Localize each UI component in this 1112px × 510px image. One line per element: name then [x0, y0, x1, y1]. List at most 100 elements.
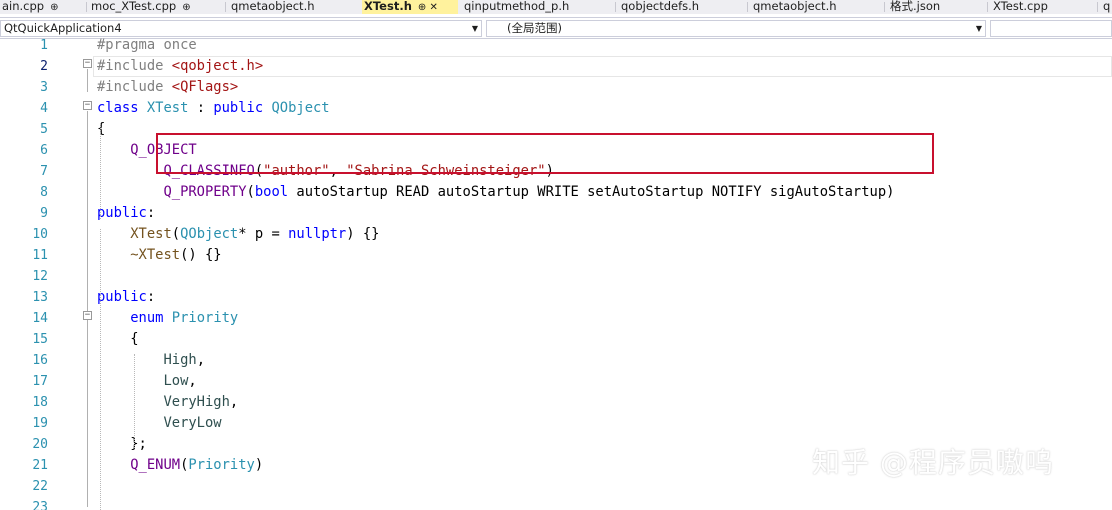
project-dropdown-value: QtQuickApplication4: [4, 21, 122, 35]
code-token: public: [97, 289, 147, 305]
code-token: :: [146, 289, 156, 305]
code-line[interactable]: {: [97, 329, 139, 350]
code-token: ,: [188, 373, 197, 389]
line-number: 19: [32, 416, 48, 431]
tab-separator: [884, 2, 885, 12]
tab-xtest-cpp[interactable]: XTest.cpp: [991, 0, 1091, 14]
line-number: 5: [40, 122, 48, 137]
tab-format-json[interactable]: 格式.json: [888, 0, 983, 14]
collapse-icon[interactable]: −: [83, 101, 92, 110]
tab-label: q: [1103, 0, 1111, 13]
code-line[interactable]: #include <qobject.h>: [97, 56, 263, 77]
code-token: {: [97, 331, 139, 347]
code-token: (: [246, 184, 255, 200]
code-token: ,: [229, 394, 239, 410]
code-token: bool: [254, 184, 289, 200]
code-token: enum: [130, 310, 172, 326]
tab-main-cpp[interactable]: ain.cpp ⊕: [0, 0, 66, 14]
code-line[interactable]: ~XTest() {}: [97, 245, 221, 266]
code-token: autoStartup READ autoStartup WRITE setAu…: [288, 184, 895, 200]
line-number: 17: [32, 374, 48, 389]
tab-xtest-h[interactable]: XTest.h ⊕ ✕: [362, 0, 458, 14]
code-token: VeryHigh: [163, 394, 230, 410]
document-tab-bar: ain.cpp ⊕ moc_XTest.cpp ⊕ qmetaobject.h XT…: [0, 0, 1112, 14]
line-number: 7: [40, 164, 48, 179]
pin-icon[interactable]: ⊕: [182, 2, 190, 13]
tab-label: qobjectdefs.h: [621, 0, 700, 13]
tab-overflow[interactable]: q: [1101, 0, 1112, 14]
code-line[interactable]: Q_PROPERTY(bool autoStartup READ autoSta…: [97, 182, 894, 203]
tab-qinputmethod-p-h[interactable]: qinputmethod_p.h: [462, 0, 612, 14]
code-token: public: [97, 205, 147, 221]
code-editor[interactable]: 1 2 3 4 5 6 7 8 9 10 11 12 13 14 15 16 17 18 19 20 21 22 23 #p…: [0, 37, 1112, 510]
code-line[interactable]: #include <QFlags>: [97, 77, 238, 98]
line-number: 4: [40, 101, 48, 116]
code-token: class: [97, 100, 147, 116]
tab-label: qmetaobject.h: [231, 0, 315, 13]
code-line[interactable]: VeryLow: [97, 413, 221, 434]
code-line[interactable]: Q_ENUM(Priority): [97, 455, 263, 476]
line-number: 6: [40, 143, 48, 158]
code-line[interactable]: Low,: [97, 371, 197, 392]
collapse-icon[interactable]: −: [83, 311, 92, 320]
scope-dropdown-value: (全局范围): [507, 21, 562, 35]
line-number: 18: [32, 395, 48, 410]
code-token: QObject: [271, 100, 330, 116]
code-line[interactable]: XTest(QObject* p = nullptr) {}: [97, 224, 379, 245]
code-token: #pragma once: [97, 37, 197, 53]
member-dropdown[interactable]: [990, 20, 1112, 37]
line-number: 21: [32, 458, 48, 473]
tab-label: XTest.h: [364, 0, 412, 13]
tab-separator: [987, 2, 988, 12]
code-line[interactable]: public:: [97, 287, 155, 308]
line-number: 16: [32, 353, 48, 368]
project-dropdown[interactable]: QtQuickApplication4 ▼: [0, 20, 482, 37]
tab-qmetaobject-h[interactable]: qmetaobject.h: [229, 0, 357, 14]
pin-icon[interactable]: ⊕: [50, 2, 58, 13]
tab-qmetaobject-h-2[interactable]: qmetaobject.h: [751, 0, 881, 14]
code-line[interactable]: public:: [97, 203, 155, 224]
code-token: Q_PROPERTY: [163, 184, 247, 200]
code-token: Q_ENUM: [130, 457, 181, 473]
code-token: #include: [97, 58, 172, 74]
line-number: 9: [40, 206, 48, 221]
code-token: <qobject.h>: [171, 58, 264, 74]
line-number: 2: [40, 59, 48, 74]
tab-qobjectdefs-h[interactable]: qobjectdefs.h: [619, 0, 744, 14]
code-line[interactable]: };: [97, 434, 147, 455]
code-line[interactable]: class XTest : public QObject: [97, 98, 330, 119]
code-token: QObject: [180, 226, 239, 242]
tab-moc-xtest-cpp[interactable]: moc_XTest.cpp ⊕: [89, 0, 214, 14]
tab-label: XTest.cpp: [993, 0, 1048, 13]
chevron-down-icon: ▼: [471, 24, 478, 33]
code-token: #include: [97, 79, 172, 95]
code-line[interactable]: {: [97, 119, 105, 140]
line-number: 1: [40, 38, 48, 53]
tab-separator: [225, 2, 226, 12]
code-token: :: [188, 100, 214, 116]
line-number: 20: [32, 437, 48, 452]
code-line[interactable]: #pragma once: [97, 35, 197, 56]
line-number: 13: [32, 290, 48, 305]
collapse-icon[interactable]: −: [83, 59, 92, 68]
code-token: ,: [196, 352, 205, 368]
code-line[interactable]: enum Priority: [97, 308, 238, 329]
watermark-text: 知乎 @程序员嗷呜: [812, 446, 1054, 479]
line-number: 23: [32, 500, 48, 510]
code-token: <QFlags>: [171, 79, 239, 95]
code-token: :: [146, 205, 156, 221]
code-line[interactable]: VeryHigh,: [97, 392, 238, 413]
code-token: Priority: [171, 310, 239, 326]
pin-close-icon[interactable]: ⊕ ✕: [418, 2, 438, 13]
scope-dropdown[interactable]: (全局范围) ▼: [486, 20, 986, 37]
code-line[interactable]: High,: [97, 350, 205, 371]
